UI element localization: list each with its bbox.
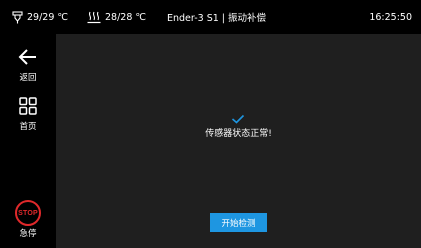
start-detection-button[interactable]: 开始检测 (210, 213, 267, 232)
screen-title: Ender-3 S1 | 振动补偿 (167, 13, 267, 24)
nozzle-icon (12, 10, 23, 24)
clock: 16:25:50 (369, 11, 412, 23)
heated-bed-icon (87, 11, 101, 24)
back-arrow-icon (18, 48, 38, 70)
back-button[interactable]: 返回 (0, 48, 56, 83)
status-message: 传感器状态正常! (205, 129, 272, 139)
back-label: 返回 (19, 73, 37, 83)
emergency-stop-button[interactable]: STOP 急停 (0, 200, 56, 239)
bed-temp-value: 28/28 ℃ (105, 11, 147, 23)
home-label: 首页 (19, 122, 37, 132)
stop-label: 急停 (19, 229, 37, 239)
nozzle-temperature: 29/29 ℃ (12, 0, 68, 34)
status-bar: 29/29 ℃ 28/28 ℃ Ender-3 S1 | 振动补偿 16:25:… (0, 0, 421, 34)
nozzle-temp-value: 29/29 ℃ (27, 11, 69, 23)
main-panel: 传感器状态正常! 开始检测 (56, 34, 421, 248)
printer-screen: 29/29 ℃ 28/28 ℃ Ender-3 S1 | 振动补偿 16:25:… (0, 0, 421, 248)
grid-icon (19, 97, 37, 119)
stop-icon: STOP (15, 200, 41, 226)
bed-temperature: 28/28 ℃ (87, 0, 146, 34)
home-button[interactable]: 首页 (0, 97, 56, 132)
sidebar: 返回 首页 STOP 急停 (0, 34, 56, 248)
